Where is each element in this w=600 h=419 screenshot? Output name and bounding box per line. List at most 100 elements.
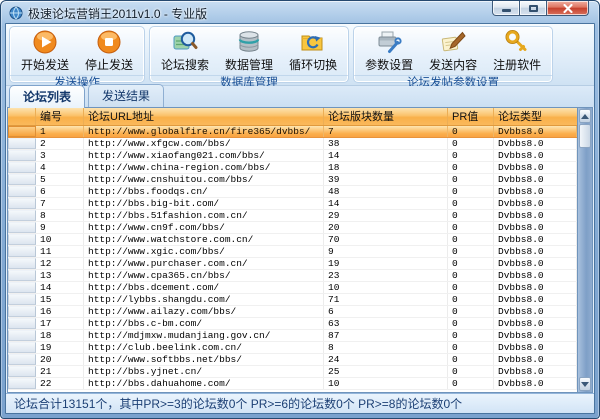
table-empty-space: [8, 390, 577, 392]
cell-board-count: 6: [324, 306, 448, 317]
cell-forum-type: Dvbbs8.0: [494, 330, 577, 341]
cell-pr: 0: [448, 270, 494, 281]
cell-board-count: 38: [324, 138, 448, 149]
cell-url: http://www.xfgcw.com/bbs/: [84, 138, 324, 149]
register-software-button[interactable]: 注册软件: [488, 28, 546, 74]
cell-board-count: 25: [324, 366, 448, 377]
row-selector[interactable]: [8, 186, 36, 197]
row-selector[interactable]: [8, 174, 36, 185]
table-row[interactable]: 3http://www.xiaofang021.com/bbs/140Dvbbs…: [8, 150, 577, 162]
row-selector[interactable]: [8, 150, 36, 161]
arrow-up-icon: [581, 114, 589, 119]
scrollbar-track[interactable]: [578, 148, 592, 376]
table-row[interactable]: 10http://www.watchstore.com.cn/700Dvbbs8…: [8, 234, 577, 246]
row-selector[interactable]: [8, 234, 36, 245]
cell-url: http://club.beelink.com.cn/: [84, 342, 324, 353]
row-selector[interactable]: [8, 162, 36, 173]
cell-id: 14: [36, 282, 84, 293]
cell-url: http://bbs.big-bit.com/: [84, 198, 324, 209]
table-row[interactable]: 6http://bbs.foodqs.cn/480Dvbbs8.0: [8, 186, 577, 198]
table-row[interactable]: 19http://club.beelink.com.cn/80Dvbbs8.0: [8, 342, 577, 354]
titlebar[interactable]: 极速论坛营销王2011v1.0 - 专业版: [5, 1, 595, 23]
table-row[interactable]: 5http://www.cnshuitou.com/bbs/390Dvbbs8.…: [8, 174, 577, 186]
forum-search-button[interactable]: 论坛搜索: [156, 28, 214, 74]
table-row[interactable]: 14http://bbs.dcement.com/100Dvbbs8.0: [8, 282, 577, 294]
table-row[interactable]: 22http://bbs.dahuahome.com/100Dvbbs8.0: [8, 378, 577, 390]
scroll-down-button[interactable]: [579, 377, 591, 391]
table-row[interactable]: 17http://bbs.c-bm.com/630Dvbbs8.0: [8, 318, 577, 330]
cell-pr: 0: [448, 366, 494, 377]
tabstrip: 论坛列表 发送结果: [6, 86, 594, 107]
tab-send-results[interactable]: 发送结果: [88, 84, 164, 107]
header-url[interactable]: 论坛URL地址: [84, 108, 324, 125]
row-selector[interactable]: [8, 306, 36, 317]
minimize-icon: [502, 9, 511, 12]
cell-id: 12: [36, 258, 84, 269]
start-send-button[interactable]: 开始发送: [16, 28, 74, 74]
table-row[interactable]: 21http://bbs.yjnet.cn/250Dvbbs8.0: [8, 366, 577, 378]
row-selector[interactable]: [8, 126, 36, 137]
row-selector[interactable]: [8, 354, 36, 365]
table-row[interactable]: 4http://www.china-region.com/bbs/180Dvbb…: [8, 162, 577, 174]
tab-forum-list[interactable]: 论坛列表: [9, 85, 85, 108]
button-label: 参数设置: [365, 56, 413, 73]
cell-url: http://bbs.dcement.com/: [84, 282, 324, 293]
minimize-button[interactable]: [492, 1, 520, 16]
table-row[interactable]: 2http://www.xfgcw.com/bbs/380Dvbbs8.0: [8, 138, 577, 150]
row-selector[interactable]: [8, 270, 36, 281]
row-selector[interactable]: [8, 378, 36, 389]
table-row[interactable]: 9http://www.cn9f.com/bbs/200Dvbbs8.0: [8, 222, 577, 234]
table-row[interactable]: 1http://www.globalfire.cn/fire365/dvbbs/…: [8, 126, 577, 138]
scroll-up-button[interactable]: [579, 109, 591, 123]
cell-forum-type: Dvbbs8.0: [494, 306, 577, 317]
stop-send-button[interactable]: 停止发送: [80, 28, 138, 74]
row-selector[interactable]: [8, 366, 36, 377]
app-icon: [9, 6, 23, 20]
cell-url: http://www.cpa365.cn/bbs/: [84, 270, 324, 281]
cell-url: http://bbs.dahuahome.com/: [84, 378, 324, 389]
close-button[interactable]: [547, 1, 589, 16]
table-row[interactable]: 13http://www.cpa365.cn/bbs/230Dvbbs8.0: [8, 270, 577, 282]
header-id[interactable]: 编号: [36, 108, 84, 125]
maximize-button[interactable]: [520, 1, 547, 16]
send-content-button[interactable]: 发送内容: [424, 28, 482, 74]
cell-id: 19: [36, 342, 84, 353]
row-selector[interactable]: [8, 294, 36, 305]
cell-id: 17: [36, 318, 84, 329]
table-row[interactable]: 16http://www.ailazy.com/bbs/60Dvbbs8.0: [8, 306, 577, 318]
vertical-scrollbar[interactable]: [577, 108, 592, 392]
table-row[interactable]: 11http://www.xgic.com/bbs/90Dvbbs8.0: [8, 246, 577, 258]
param-settings-button[interactable]: 参数设置: [360, 28, 418, 74]
header-board-count[interactable]: 论坛版块数量: [324, 108, 448, 125]
row-selector[interactable]: [8, 222, 36, 233]
row-selector[interactable]: [8, 246, 36, 257]
row-selector[interactable]: [8, 330, 36, 341]
cell-pr: 0: [448, 150, 494, 161]
maximize-icon: [529, 5, 538, 12]
cycle-switch-button[interactable]: 循环切换: [284, 28, 342, 74]
cell-id: 22: [36, 378, 84, 389]
cell-forum-type: Dvbbs8.0: [494, 318, 577, 329]
header-pr[interactable]: PR值: [448, 108, 494, 125]
table-row[interactable]: 8http://bbs.51fashion.com.cn/290Dvbbs8.0: [8, 210, 577, 222]
row-selector[interactable]: [8, 258, 36, 269]
header-row-selector[interactable]: [8, 108, 36, 125]
cell-id: 11: [36, 246, 84, 257]
table-row[interactable]: 15http://lybbs.shangdu.com/710Dvbbs8.0: [8, 294, 577, 306]
table-row[interactable]: 18http://mdjmxw.mudanjiang.gov.cn/870Dvb…: [8, 330, 577, 342]
header-forum-type[interactable]: 论坛类型: [494, 108, 577, 125]
row-selector[interactable]: [8, 138, 36, 149]
table-row[interactable]: 20http://www.softbbs.net/bbs/240Dvbbs8.0: [8, 354, 577, 366]
table-row[interactable]: 7http://bbs.big-bit.com/140Dvbbs8.0: [8, 198, 577, 210]
scrollbar-thumb[interactable]: [579, 124, 591, 148]
cell-pr: 0: [448, 354, 494, 365]
cell-url: http://www.watchstore.com.cn/: [84, 234, 324, 245]
data-manage-button[interactable]: 数据管理: [220, 28, 278, 74]
row-selector[interactable]: [8, 342, 36, 353]
row-selector[interactable]: [8, 210, 36, 221]
row-selector[interactable]: [8, 318, 36, 329]
cell-pr: 0: [448, 162, 494, 173]
row-selector[interactable]: [8, 282, 36, 293]
row-selector[interactable]: [8, 198, 36, 209]
table-row[interactable]: 12http://www.purchaser.com.cn/190Dvbbs8.…: [8, 258, 577, 270]
